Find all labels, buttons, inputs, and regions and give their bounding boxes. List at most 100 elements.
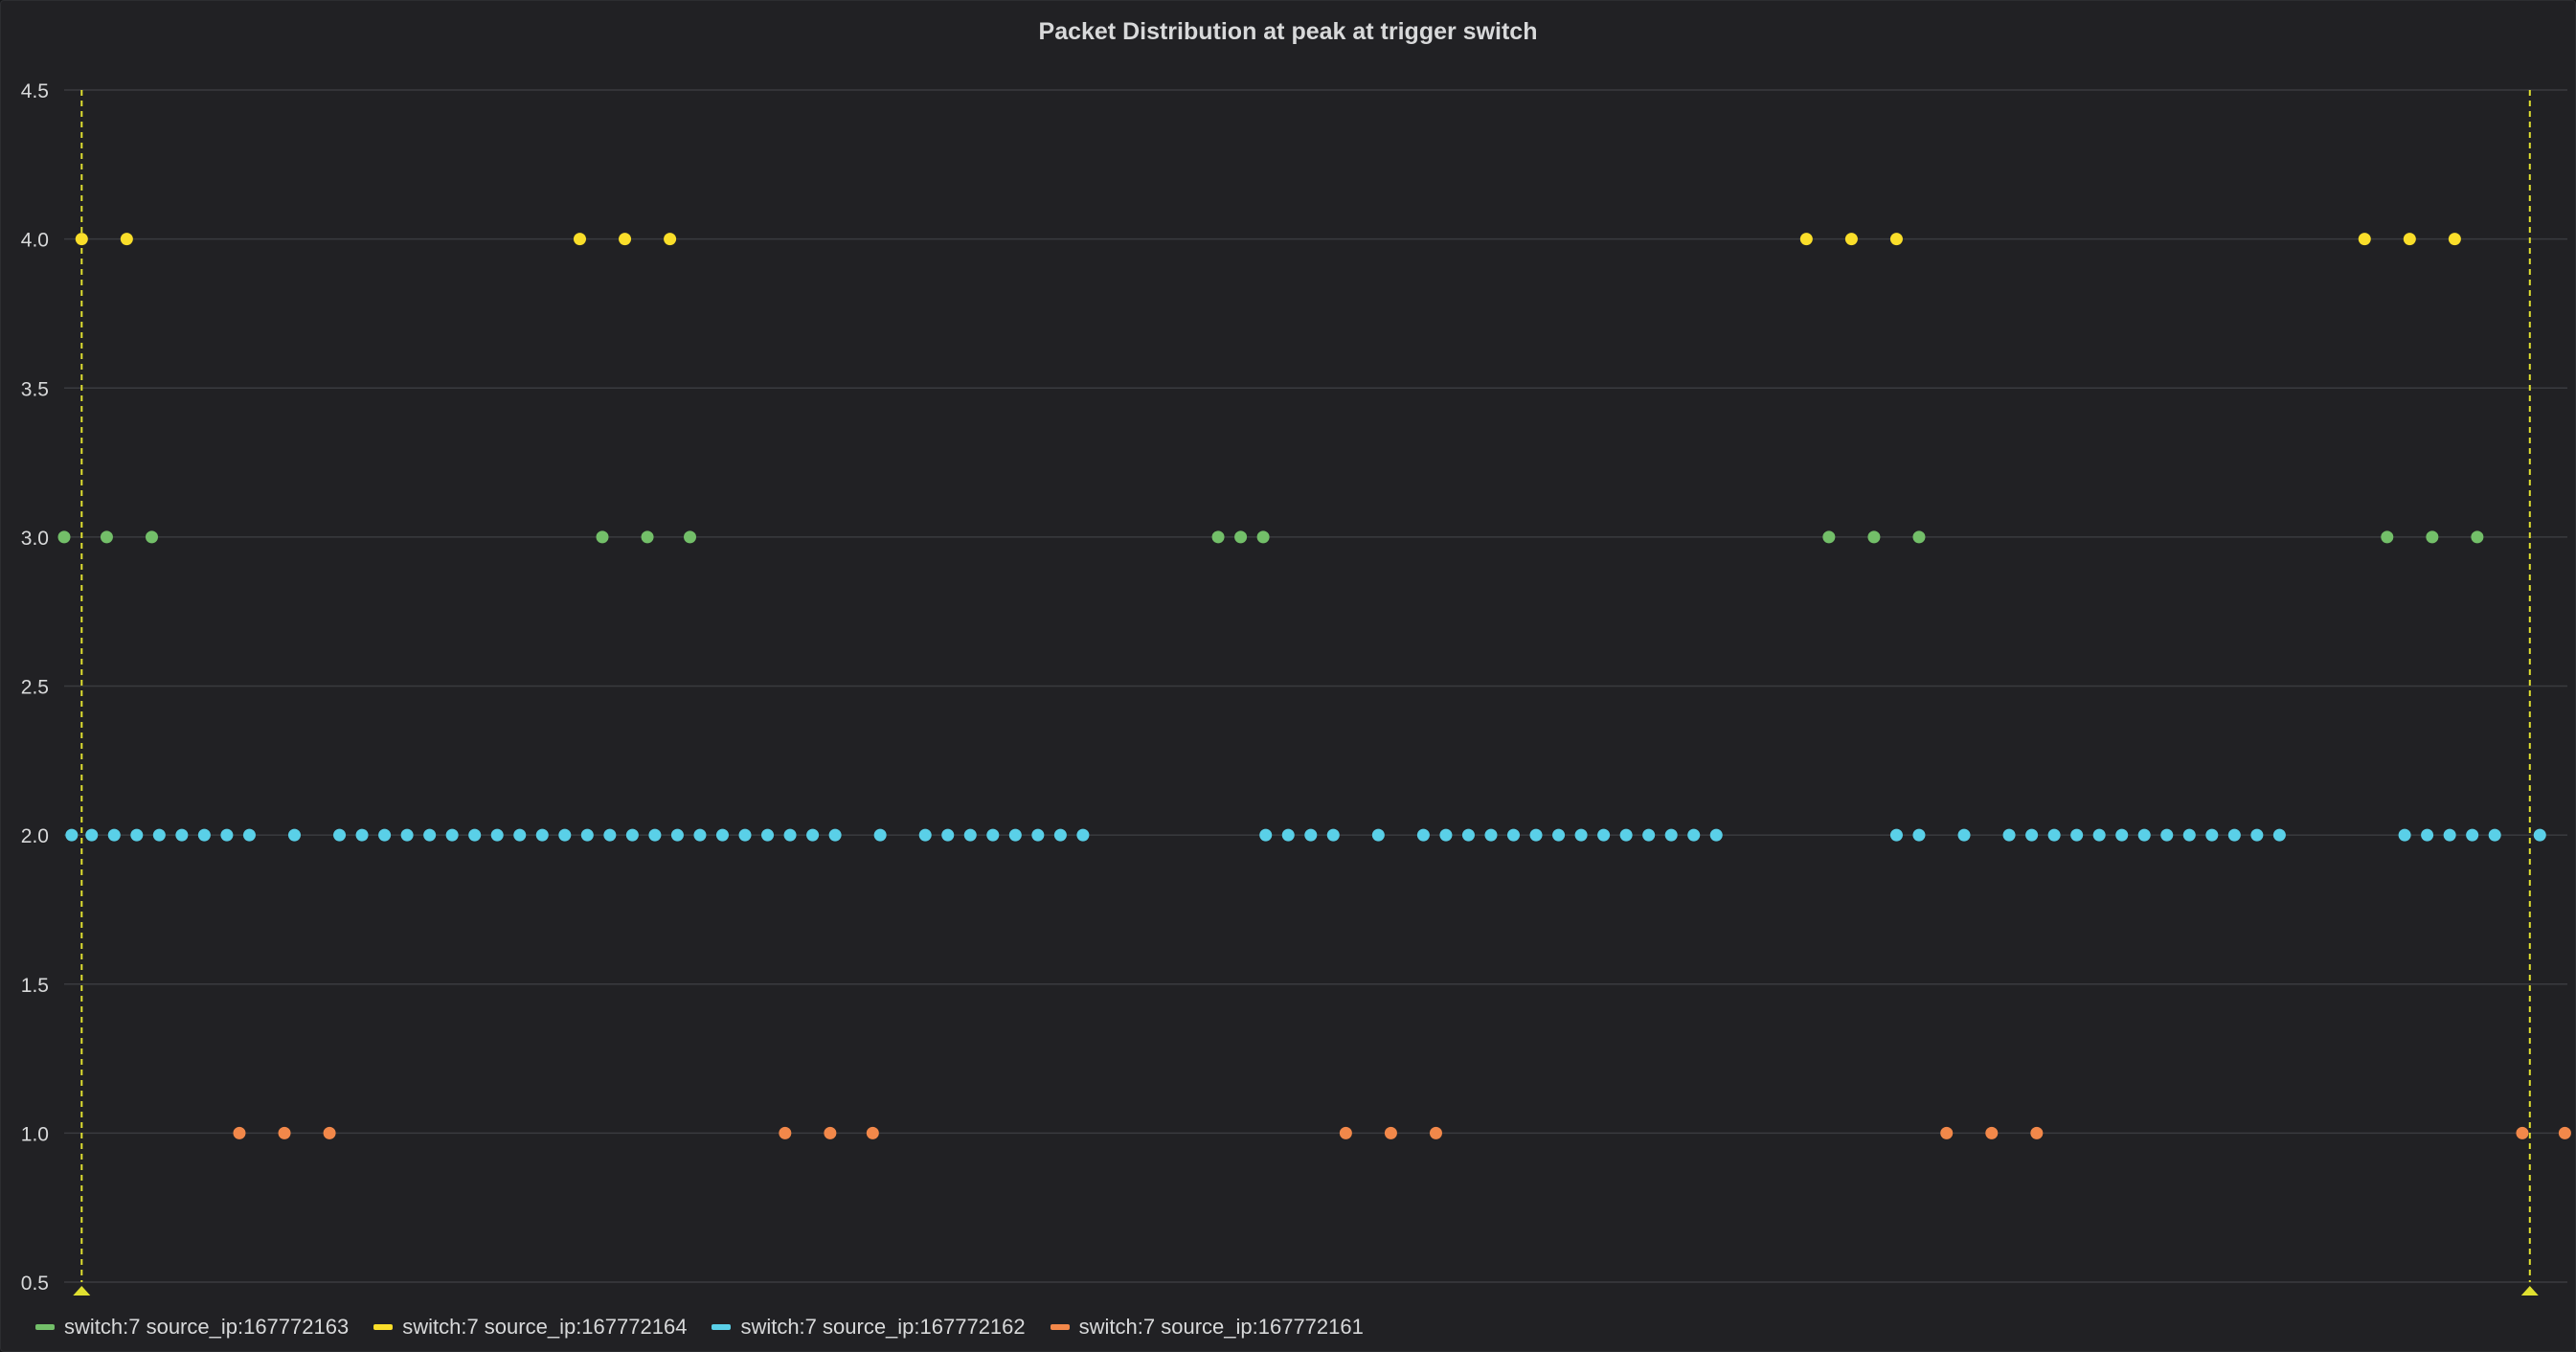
data-point xyxy=(2002,828,2016,842)
y-tick-label: 2.5 xyxy=(21,677,49,699)
data-point xyxy=(2115,828,2129,842)
data-point xyxy=(2516,1126,2529,1139)
data-point xyxy=(1384,1126,1397,1139)
data-point xyxy=(558,828,572,842)
legend-swatch xyxy=(35,1324,55,1330)
data-point xyxy=(120,233,133,246)
data-point xyxy=(220,828,234,842)
data-point xyxy=(1709,828,1723,842)
data-point xyxy=(670,828,684,842)
data-point xyxy=(1574,828,1588,842)
data-point xyxy=(1484,828,1498,842)
data-point xyxy=(1889,828,1903,842)
data-point xyxy=(100,530,113,544)
data-point xyxy=(603,828,617,842)
data-point xyxy=(2358,233,2371,246)
data-point xyxy=(2448,233,2461,246)
data-point xyxy=(2381,530,2394,544)
data-point xyxy=(2471,530,2484,544)
data-point xyxy=(2250,828,2264,842)
data-point xyxy=(806,828,820,842)
data-point xyxy=(1687,828,1701,842)
data-point xyxy=(1912,530,1926,544)
data-point xyxy=(378,828,392,842)
data-point xyxy=(828,828,842,842)
data-point xyxy=(1529,828,1543,842)
y-tick-label: 1.0 xyxy=(21,1123,49,1145)
data-point xyxy=(1597,828,1611,842)
data-point xyxy=(2443,828,2456,842)
data-point xyxy=(715,828,729,842)
data-point xyxy=(873,828,887,842)
data-point xyxy=(468,828,482,842)
data-point xyxy=(573,233,586,246)
data-point xyxy=(761,828,775,842)
data-point xyxy=(1429,1126,1442,1139)
data-point xyxy=(580,828,594,842)
data-point xyxy=(963,828,977,842)
data-point xyxy=(2070,828,2084,842)
data-point xyxy=(664,233,677,246)
data-point xyxy=(1985,1126,1999,1139)
data-point xyxy=(1008,828,1022,842)
legend: switch:7 source_ip:167772163 switch:7 sou… xyxy=(35,1315,1364,1340)
data-point xyxy=(242,828,256,842)
data-point xyxy=(866,1126,879,1139)
data-point xyxy=(619,233,632,246)
legend-swatch xyxy=(1050,1324,1070,1330)
data-point xyxy=(1889,233,1903,246)
legend-label: switch:7 source_ip:167772163 xyxy=(64,1315,350,1339)
data-point xyxy=(2488,828,2501,842)
legend-item[interactable]: switch:7 source_ip:167772164 xyxy=(373,1315,687,1340)
data-point xyxy=(57,530,71,544)
data-point xyxy=(1326,828,1340,842)
data-point xyxy=(783,828,797,842)
data-point xyxy=(986,828,1000,842)
y-tick-label: 0.5 xyxy=(21,1273,49,1295)
legend-item[interactable]: switch:7 source_ip:167772162 xyxy=(712,1315,1026,1340)
data-point xyxy=(75,233,88,246)
data-point xyxy=(2047,828,2061,842)
data-point xyxy=(1304,828,1318,842)
y-tick-label: 1.5 xyxy=(21,975,49,997)
data-point xyxy=(2466,828,2479,842)
data-point xyxy=(2533,828,2546,842)
data-point xyxy=(2403,233,2416,246)
data-point xyxy=(1053,828,1067,842)
data-point xyxy=(1259,828,1273,842)
legend-swatch xyxy=(712,1324,732,1330)
data-point xyxy=(2137,828,2151,842)
legend-label: switch:7 source_ip:167772164 xyxy=(402,1315,688,1339)
data-point xyxy=(1940,1126,1954,1139)
data-point xyxy=(278,1126,291,1139)
data-point xyxy=(400,828,414,842)
data-point xyxy=(596,530,609,544)
legend-item[interactable]: switch:7 source_ip:167772161 xyxy=(1050,1315,1364,1340)
data-point xyxy=(513,828,527,842)
data-point xyxy=(423,828,437,842)
data-point xyxy=(1552,828,1566,842)
legend-swatch xyxy=(373,1324,394,1330)
data-point xyxy=(2092,828,2106,842)
data-point xyxy=(2426,530,2439,544)
data-point xyxy=(824,1126,837,1139)
data-point xyxy=(535,828,549,842)
data-point xyxy=(2558,1126,2571,1139)
data-point xyxy=(1799,233,1813,246)
data-point xyxy=(1619,828,1633,842)
data-point xyxy=(333,828,347,842)
data-point xyxy=(85,828,99,842)
legend-item[interactable]: switch:7 source_ip:167772163 xyxy=(35,1315,349,1340)
data-point xyxy=(625,828,639,842)
data-point xyxy=(1461,828,1475,842)
data-point xyxy=(1957,828,1971,842)
scatter-plot: 0.5 1.0 1.5 2.0 2.5 3.0 3.5 4.0 4.5 xyxy=(21,80,2571,1296)
data-point xyxy=(1439,828,1453,842)
data-point xyxy=(490,828,504,842)
data-point xyxy=(2398,828,2411,842)
data-point xyxy=(1867,530,1881,544)
data-point xyxy=(145,530,158,544)
data-point xyxy=(1339,1126,1352,1139)
data-point xyxy=(1281,828,1295,842)
data-point xyxy=(1642,828,1656,842)
